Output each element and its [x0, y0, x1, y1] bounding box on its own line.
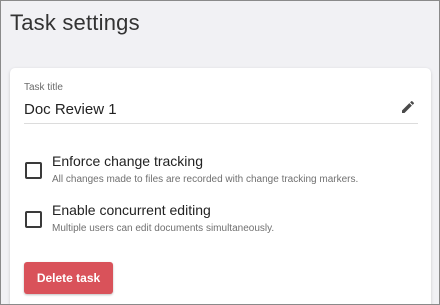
- enable-concurrent-editing-checkbox[interactable]: [25, 211, 42, 228]
- enforce-change-tracking-checkbox[interactable]: [25, 162, 42, 179]
- task-settings-window: Task settings Task title Doc Review 1 En…: [0, 0, 440, 305]
- page-title: Task settings: [10, 10, 140, 35]
- enable-concurrent-editing-title: Enable concurrent editing: [52, 202, 211, 218]
- settings-card: Task title Doc Review 1 Enforce change t…: [10, 68, 431, 304]
- enforce-change-tracking-title: Enforce change tracking: [52, 153, 203, 169]
- enforce-change-tracking-description: All changes made to files are recorded w…: [52, 174, 359, 185]
- task-title-value[interactable]: Doc Review 1: [24, 100, 117, 120]
- option-enforce-change-tracking: Enforce change tracking All changes made…: [24, 152, 424, 188]
- option-enable-concurrent-editing: Enable concurrent editing Multiple users…: [24, 201, 424, 237]
- task-title-label: Task title: [24, 82, 63, 93]
- enable-concurrent-editing-description: Multiple users can edit documents simult…: [52, 223, 275, 234]
- task-title-underline: [24, 123, 418, 124]
- pencil-icon: [400, 99, 416, 120]
- edit-title-button[interactable]: [398, 99, 418, 119]
- delete-task-button[interactable]: Delete task: [24, 262, 113, 294]
